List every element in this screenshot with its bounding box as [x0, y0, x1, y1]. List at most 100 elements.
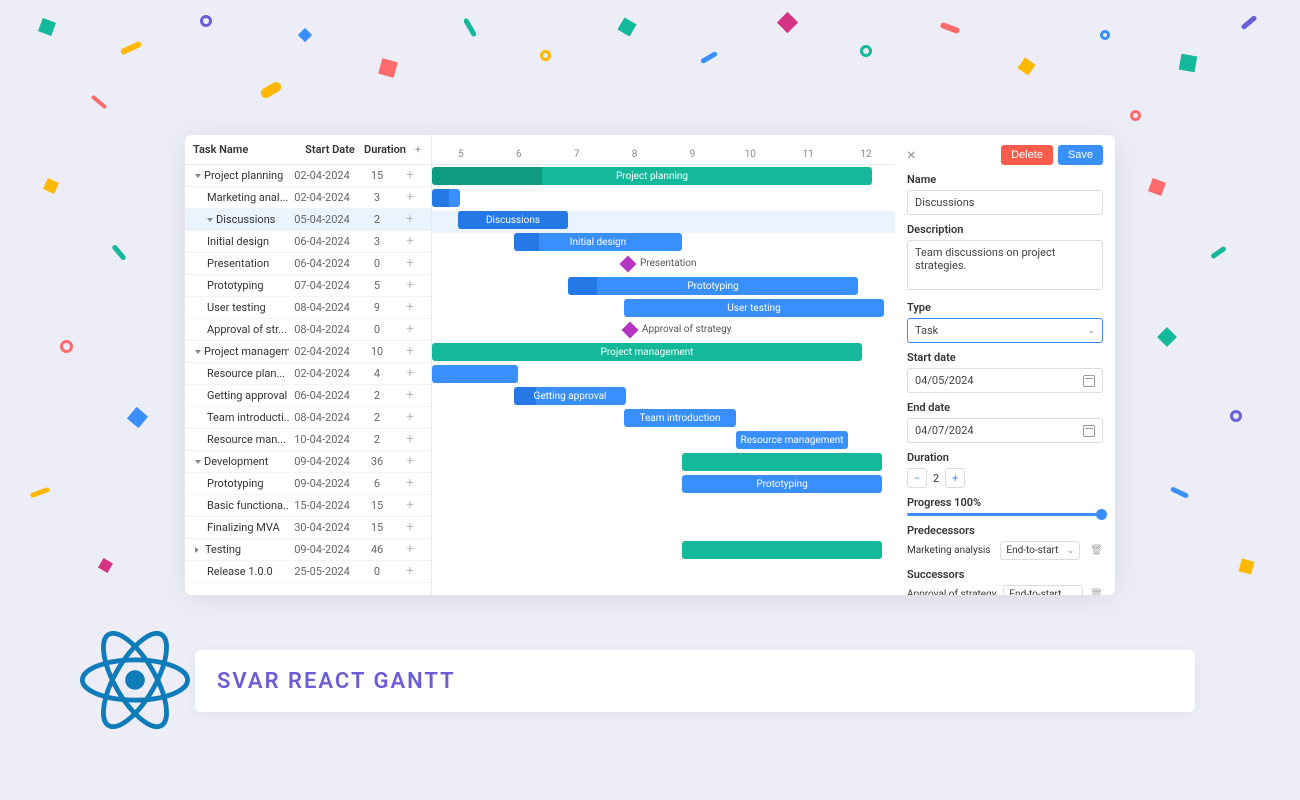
- task-row[interactable]: Team introducti...08-04-20242+: [185, 407, 431, 429]
- add-subtask-button[interactable]: +: [399, 432, 421, 447]
- task-row[interactable]: Release 1.0.025-05-20240+: [185, 561, 431, 583]
- task-dur-cell: 0: [355, 323, 399, 336]
- task-name-cell: Project management: [185, 345, 289, 358]
- add-subtask-button[interactable]: +: [399, 410, 421, 425]
- task-bar[interactable]: [682, 541, 882, 559]
- task-row[interactable]: Project management02-04-202410+: [185, 341, 431, 363]
- task-row[interactable]: Testing09-04-202446+: [185, 539, 431, 561]
- task-bar[interactable]: Project management: [432, 343, 862, 361]
- trash-icon[interactable]: 🗑: [1090, 589, 1103, 595]
- task-dur-cell: 46: [355, 543, 399, 556]
- name-label: Name: [907, 173, 1103, 186]
- delete-button[interactable]: Delete: [1001, 145, 1053, 165]
- col-task-name: Task Name: [193, 143, 297, 156]
- task-bar[interactable]: Discussions: [458, 211, 568, 229]
- add-subtask-button[interactable]: +: [399, 476, 421, 491]
- task-row[interactable]: User testing08-04-20249+: [185, 297, 431, 319]
- task-bar[interactable]: Resource management: [736, 431, 848, 449]
- task-row[interactable]: Prototyping09-04-20246+: [185, 473, 431, 495]
- predecessor-name: Marketing analysis: [907, 545, 990, 556]
- calendar-icon: [1083, 425, 1095, 437]
- start-date-input[interactable]: 04/05/2024: [907, 368, 1103, 393]
- task-bar[interactable]: Prototyping: [568, 277, 858, 295]
- add-subtask-button[interactable]: +: [399, 454, 421, 469]
- day-column: 6: [490, 149, 548, 164]
- task-dur-cell: 36: [355, 455, 399, 468]
- save-button[interactable]: Save: [1058, 145, 1103, 165]
- add-subtask-button[interactable]: +: [399, 256, 421, 271]
- day-column: 8: [606, 149, 664, 164]
- close-icon[interactable]: ×: [907, 147, 916, 163]
- duration-value: 2: [933, 472, 939, 485]
- add-subtask-button[interactable]: +: [399, 564, 421, 579]
- task-bar[interactable]: [432, 365, 518, 383]
- add-subtask-button[interactable]: +: [399, 366, 421, 381]
- banner-title: SVAR REACT GANTT: [217, 669, 456, 694]
- task-dur-cell: 2: [355, 411, 399, 424]
- day-column: 11: [779, 149, 837, 164]
- task-date-cell: 15-04-2024: [289, 499, 355, 512]
- add-subtask-button[interactable]: +: [399, 168, 421, 183]
- task-dur-cell: 15: [355, 499, 399, 512]
- description-input[interactable]: Team discussions on project strategies.: [907, 240, 1103, 290]
- successors-label: Successors: [907, 568, 1103, 581]
- duration-minus[interactable]: −: [907, 468, 927, 488]
- add-subtask-button[interactable]: +: [399, 234, 421, 249]
- add-subtask-button[interactable]: +: [399, 344, 421, 359]
- add-subtask-button[interactable]: +: [399, 388, 421, 403]
- task-dur-cell: 3: [355, 191, 399, 204]
- task-row[interactable]: Finalizing MVA30-04-202415+: [185, 517, 431, 539]
- duration-plus[interactable]: +: [945, 468, 965, 488]
- day-column: 10: [721, 149, 779, 164]
- task-row[interactable]: Prototyping07-04-20245+: [185, 275, 431, 297]
- name-input[interactable]: [907, 190, 1103, 215]
- task-bar[interactable]: User testing: [624, 299, 884, 317]
- progress-slider[interactable]: [907, 513, 1103, 516]
- task-row[interactable]: Approval of str...08-04-20240+: [185, 319, 431, 341]
- task-name-cell: Resource man...: [185, 433, 289, 446]
- add-subtask-button[interactable]: +: [399, 300, 421, 315]
- task-row[interactable]: Getting approval06-04-20242+: [185, 385, 431, 407]
- task-bar[interactable]: Initial design: [514, 233, 682, 251]
- day-column: 9: [664, 149, 722, 164]
- task-dur-cell: 4: [355, 367, 399, 380]
- task-date-cell: 25-05-2024: [289, 565, 355, 578]
- task-dur-cell: 15: [355, 169, 399, 182]
- task-row[interactable]: Development09-04-202436+: [185, 451, 431, 473]
- add-subtask-button[interactable]: +: [399, 212, 421, 227]
- progress-label: Progress 100%: [907, 496, 1103, 509]
- task-bar[interactable]: Team introduction: [624, 409, 736, 427]
- task-row[interactable]: Project planning02-04-202415+: [185, 165, 431, 187]
- task-name-cell: Testing: [185, 543, 289, 556]
- add-subtask-button[interactable]: +: [399, 498, 421, 513]
- task-row[interactable]: Marketing anal...02-04-20243+: [185, 187, 431, 209]
- add-subtask-button[interactable]: +: [399, 542, 421, 557]
- task-row[interactable]: Resource plan...02-04-20244+: [185, 363, 431, 385]
- grid-header: Task Name Start Date Duration +: [185, 135, 431, 165]
- end-date-input[interactable]: 04/07/2024: [907, 418, 1103, 443]
- task-bar[interactable]: [682, 453, 882, 471]
- task-bar[interactable]: Project planning: [432, 167, 872, 185]
- predecessor-type-select[interactable]: End-to-start⌄: [1000, 541, 1080, 560]
- add-subtask-button[interactable]: +: [399, 278, 421, 293]
- gantt-chart[interactable]: 56789101112 Project planningDiscussionsI…: [432, 135, 895, 595]
- add-subtask-button[interactable]: +: [399, 322, 421, 337]
- type-select[interactable]: Task ⌄: [907, 318, 1103, 343]
- task-row[interactable]: Discussions05-04-20242+: [185, 209, 431, 231]
- task-bar[interactable]: [432, 189, 460, 207]
- add-subtask-button[interactable]: +: [399, 190, 421, 205]
- task-row[interactable]: Presentation06-04-20240+: [185, 253, 431, 275]
- task-bar[interactable]: Prototyping: [682, 475, 882, 493]
- task-bar[interactable]: Getting approval: [514, 387, 626, 405]
- product-banner: SVAR REACT GANTT: [195, 650, 1195, 712]
- task-row[interactable]: Resource man...10-04-20242+: [185, 429, 431, 451]
- task-row[interactable]: Basic functiona...15-04-202415+: [185, 495, 431, 517]
- successor-type-select[interactable]: End-to-start⌄: [1003, 585, 1083, 595]
- task-row[interactable]: Initial design06-04-20243+: [185, 231, 431, 253]
- add-task-header[interactable]: +: [407, 143, 429, 156]
- trash-icon[interactable]: 🗑: [1090, 545, 1103, 556]
- task-dur-cell: 2: [355, 213, 399, 226]
- add-subtask-button[interactable]: +: [399, 520, 421, 535]
- milestone[interactable]: [622, 322, 639, 339]
- milestone[interactable]: [620, 256, 637, 273]
